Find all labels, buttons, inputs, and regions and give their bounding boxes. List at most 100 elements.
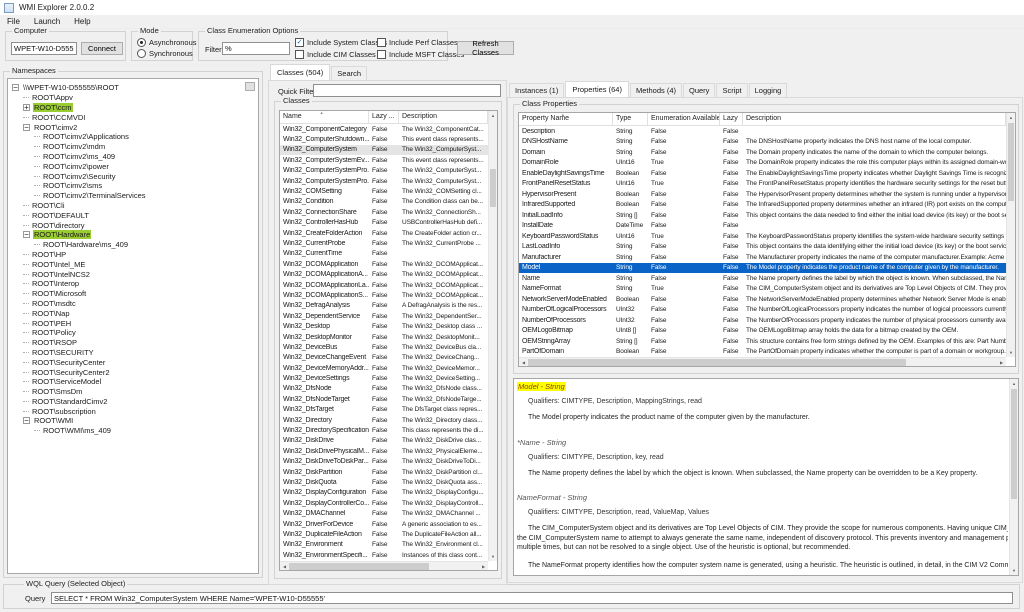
- column-header-lazy[interactable]: Lazy ...: [369, 111, 399, 123]
- properties-hscroll-thumb[interactable]: [528, 359, 906, 366]
- table-row[interactable]: Win32_DependentServiceFalseThe Win32_Dep…: [280, 311, 497, 321]
- properties-vscroll-thumb[interactable]: [1008, 123, 1014, 201]
- scroll-down-icon[interactable]: ▼: [489, 552, 497, 561]
- tree-node[interactable]: ROOT\WMI\ms_409: [8, 426, 258, 436]
- table-row[interactable]: Win32_ComponentCategoryFalseThe Win32_Co…: [280, 124, 497, 134]
- table-row[interactable]: NumberOfLogicalProcessorsUInt32FalseFals…: [519, 305, 1015, 316]
- table-row[interactable]: Win32_ConditionFalseThe Condition class …: [280, 197, 497, 207]
- scroll-right-icon[interactable]: ▶: [997, 360, 1006, 365]
- table-row[interactable]: Win32_DefragAnalysisFalseA DefragAnalysi…: [280, 301, 497, 311]
- tree-node[interactable]: ROOT\cimv2\TerminalServices: [8, 191, 258, 201]
- table-row[interactable]: Win32_DuplicateFileActionFalseThe Duplic…: [280, 529, 497, 539]
- table-row[interactable]: Win32_DiskDriveToDiskPar...FalseThe Win3…: [280, 457, 497, 467]
- tree-node[interactable]: ROOT\directory: [8, 220, 258, 230]
- column-header-description[interactable]: Description: [743, 113, 1006, 125]
- tree-expand-icon[interactable]: +: [23, 104, 30, 111]
- table-row[interactable]: Win32_DiskPartitionFalseThe Win32_DiskPa…: [280, 467, 497, 477]
- tab-query[interactable]: Query: [683, 83, 715, 97]
- tab-classes-504[interactable]: Classes (504): [270, 64, 330, 80]
- table-row[interactable]: DescriptionStringFalseFalse: [519, 126, 1015, 137]
- tree-node[interactable]: +ROOT\ccm: [8, 103, 258, 113]
- tree-node[interactable]: ROOT\cimv2\Applications: [8, 132, 258, 142]
- classes-horizontal-scrollbar[interactable]: ◀ ▶: [280, 561, 488, 570]
- tree-node[interactable]: ROOT\cimv2\Security: [8, 171, 258, 181]
- detail-vscroll-thumb[interactable]: [1011, 389, 1017, 499]
- table-row[interactable]: Win32_CreateFolderActionFalseThe CreateF…: [280, 228, 497, 238]
- column-header-type[interactable]: Type: [613, 113, 648, 125]
- connect-button[interactable]: Connect: [81, 42, 123, 55]
- table-row[interactable]: NetworkServerModeEnabledBooleanFalseFals…: [519, 294, 1015, 305]
- table-row[interactable]: NameStringFalseFalseThe Name property de…: [519, 273, 1015, 284]
- tree-node[interactable]: ROOT\Policy: [8, 328, 258, 338]
- table-row[interactable]: DNSHostNameStringFalseFalseThe DNSHostNa…: [519, 137, 1015, 148]
- tree-node[interactable]: ROOT\SmsDm: [8, 387, 258, 397]
- tree-node[interactable]: −ROOT\cimv2: [8, 122, 258, 132]
- tree-node[interactable]: ROOT\Microsoft: [8, 289, 258, 299]
- table-row[interactable]: Win32_DirectorySpecificationFalseThis cl…: [280, 425, 497, 435]
- class-filter-input[interactable]: [222, 42, 290, 55]
- tree-node[interactable]: ROOT\SecurityCenter2: [8, 367, 258, 377]
- table-row[interactable]: Win32_EnvironmentFalseThe Win32_Environm…: [280, 540, 497, 550]
- tree-node[interactable]: ROOT\CCMVDI: [8, 112, 258, 122]
- checkbox-include-perf-classes[interactable]: Include Perf Classes: [377, 36, 459, 48]
- checkbox-include-system-classes[interactable]: ✓Include System Classes: [295, 36, 377, 48]
- table-row[interactable]: Win32_DCOMApplicationFalseThe Win32_DCOM…: [280, 259, 497, 269]
- table-row[interactable]: Win32_ComputerShutdown...FalseThis event…: [280, 134, 497, 144]
- tree-node[interactable]: ROOT\IntelNCS2: [8, 269, 258, 279]
- table-row[interactable]: HypervisorPresentBooleanFalseFalseThe Hy…: [519, 189, 1015, 200]
- table-row[interactable]: Win32_DeviceMemoryAddr...FalseThe Win32_…: [280, 363, 497, 373]
- tree-node[interactable]: ROOT\RSOP: [8, 338, 258, 348]
- table-row[interactable]: Win32_DeviceSettingsFalseThe Win32_Devic…: [280, 373, 497, 383]
- table-row[interactable]: OEMLogoBitmapUInt8 []FalseFalseThe OEMLo…: [519, 326, 1015, 337]
- checkbox-include-msft-classes[interactable]: Include MSFT Classes: [377, 48, 459, 60]
- tab-properties-64[interactable]: Properties (64): [565, 81, 629, 97]
- table-row[interactable]: Win32_ConnectionShareFalseThe Win32_Conn…: [280, 207, 497, 217]
- tree-node[interactable]: −ROOT\WMI: [8, 416, 258, 426]
- table-row[interactable]: Win32_ComputerSystemEv...FalseThis event…: [280, 155, 497, 165]
- quick-filter-input[interactable]: [313, 84, 501, 97]
- tree-node[interactable]: ROOT\Interop: [8, 279, 258, 289]
- column-header-property-name[interactable]: Property Name▲: [519, 113, 613, 125]
- tree-node[interactable]: ROOT\Cli: [8, 201, 258, 211]
- tree-corner-button[interactable]: [245, 82, 255, 91]
- table-row[interactable]: Win32_DfsTargetFalseThe DfsTarget class …: [280, 405, 497, 415]
- properties-vertical-scrollbar[interactable]: ▲ ▼: [1006, 113, 1015, 357]
- tree-collapse-icon[interactable]: −: [23, 124, 30, 131]
- column-header-lazy[interactable]: Lazy: [720, 113, 743, 125]
- table-row[interactable]: Win32_DeviceBusFalseThe Win32_DeviceBus …: [280, 342, 497, 352]
- tree-node[interactable]: ROOT\Intel_ME: [8, 259, 258, 269]
- tree-node[interactable]: ROOT\cimv2\sms: [8, 181, 258, 191]
- table-row[interactable]: NameFormatStringTrueFalseThe CIM_Compute…: [519, 284, 1015, 295]
- tree-node[interactable]: ROOT\cimv2\mdm: [8, 142, 258, 152]
- tree-node[interactable]: ROOT\DEFAULT: [8, 210, 258, 220]
- table-row[interactable]: Win32_EnvironmentSpecifi...FalseInstance…: [280, 550, 497, 560]
- table-row[interactable]: Win32_COMSettingFalseThe Win32_COMSettin…: [280, 186, 497, 196]
- table-row[interactable]: Win32_DiskDriveFalseThe Win32_DiskDrive …: [280, 436, 497, 446]
- classes-vertical-scrollbar[interactable]: ▲ ▼: [488, 111, 497, 561]
- table-row[interactable]: Win32_DCOMApplicationA...FalseThe Win32_…: [280, 269, 497, 279]
- scroll-left-icon[interactable]: ◀: [519, 360, 528, 365]
- tree-node[interactable]: ROOT\SecurityCenter: [8, 357, 258, 367]
- checkbox-include-cim-classes[interactable]: Include CIM Classes: [295, 48, 377, 60]
- table-row[interactable]: Win32_DiskQuotaFalseThe Win32_DiskQuota …: [280, 477, 497, 487]
- table-row[interactable]: InfraredSupportedBooleanFalseFalseThe In…: [519, 200, 1015, 211]
- scroll-right-icon[interactable]: ▶: [479, 564, 488, 569]
- table-row[interactable]: Win32_DriverForDeviceFalseA generic asso…: [280, 519, 497, 529]
- refresh-classes-button[interactable]: Refresh Classes: [457, 41, 514, 55]
- tree-collapse-icon[interactable]: −: [23, 417, 30, 424]
- table-row[interactable]: Win32_ControllerHasHubFalseUSBController…: [280, 218, 497, 228]
- scroll-down-icon[interactable]: ▼: [1010, 566, 1018, 575]
- table-row[interactable]: Win32_DCOMApplicationLa...FalseThe Win32…: [280, 280, 497, 290]
- table-row[interactable]: OEMStringArrayString []FalseFalseThis st…: [519, 336, 1015, 347]
- properties-horizontal-scrollbar[interactable]: ◀ ▶: [519, 357, 1006, 366]
- tree-collapse-icon[interactable]: −: [23, 231, 30, 238]
- tab-logging[interactable]: Logging: [749, 83, 788, 97]
- table-row[interactable]: FrontPanelResetStatusUInt16TrueFalseThe …: [519, 179, 1015, 190]
- table-row[interactable]: Win32_DMAChannelFalseThe Win32_DMAChanne…: [280, 508, 497, 518]
- tree-node[interactable]: ROOT\SECURITY: [8, 348, 258, 358]
- tab-script[interactable]: Script: [716, 83, 747, 97]
- table-row[interactable]: DomainStringFalseFalseThe Domain propert…: [519, 147, 1015, 158]
- tree-node[interactable]: ROOT\PEH: [8, 318, 258, 328]
- tree-node[interactable]: −\\WPET-W10-D55555\ROOT: [8, 83, 258, 93]
- menu-item-help[interactable]: Help: [67, 15, 97, 28]
